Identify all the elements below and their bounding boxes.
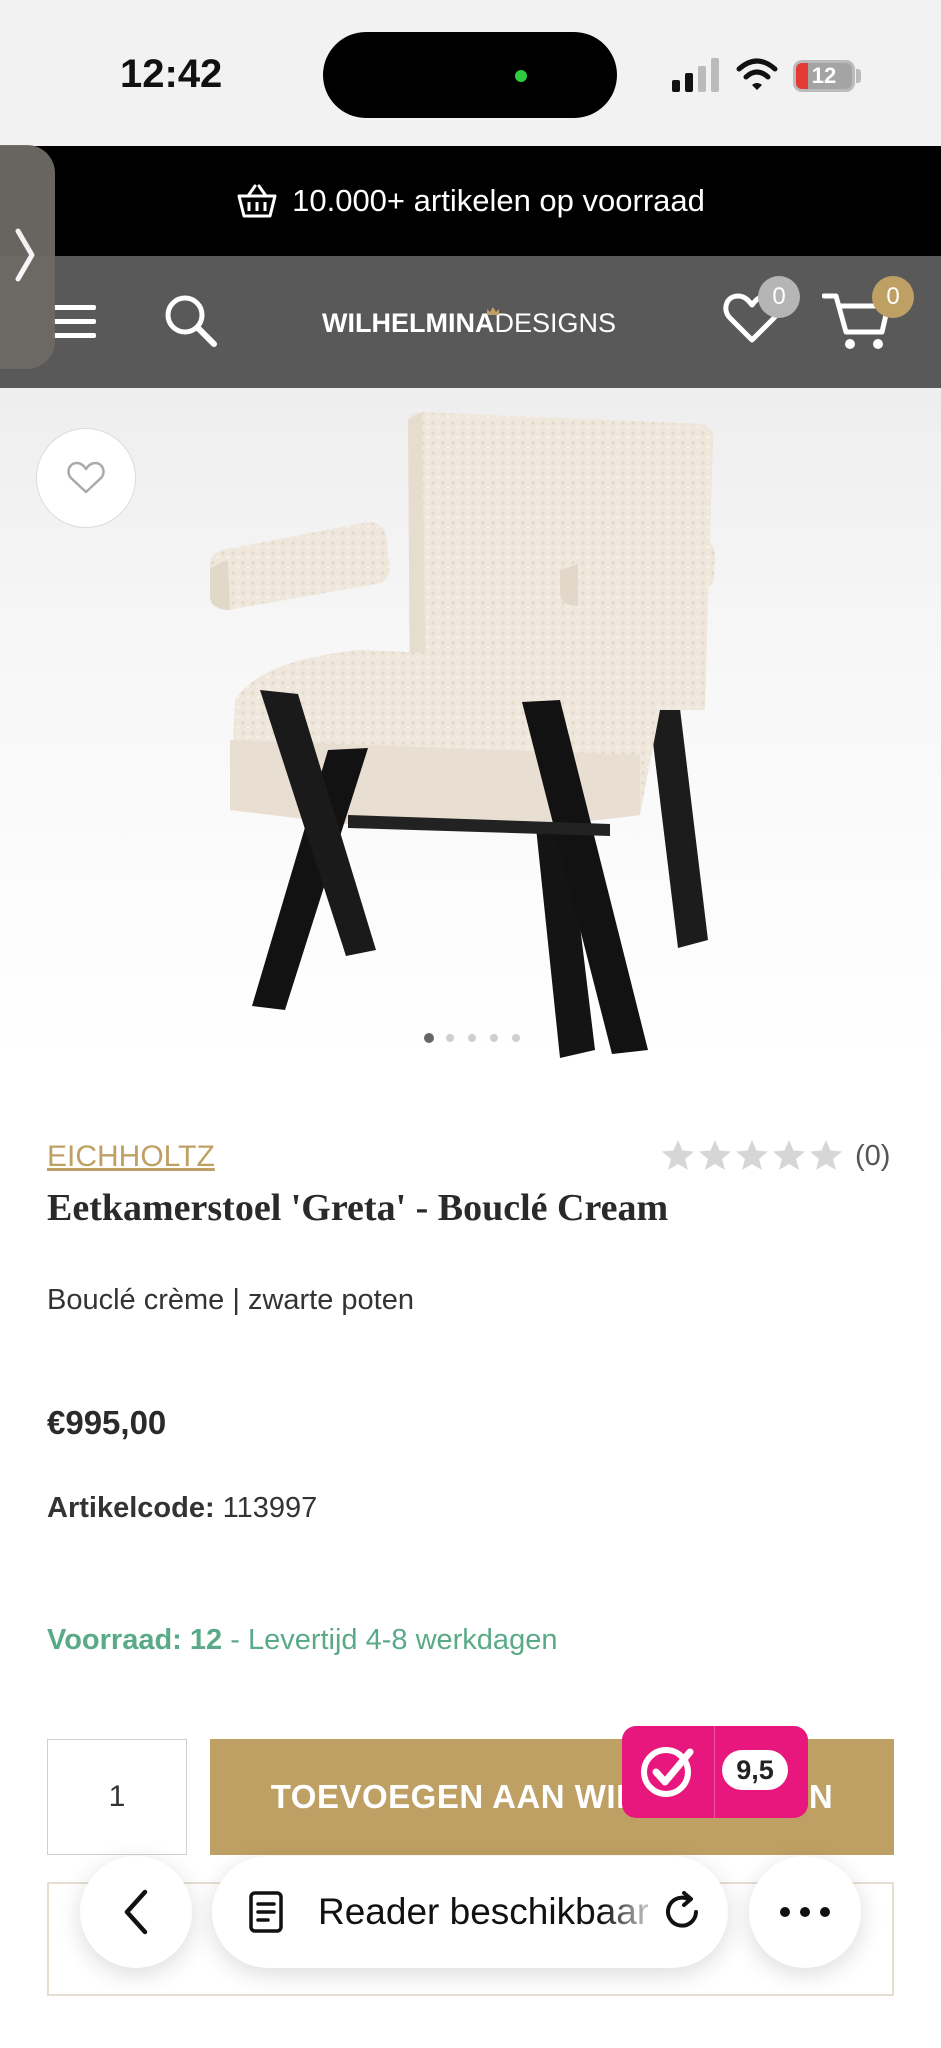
- promo-text: 10.000+ artikelen op voorraad: [292, 183, 705, 218]
- chevron-left-icon: [124, 1889, 148, 1935]
- review-checkmark-icon: [641, 1747, 694, 1797]
- reload-icon[interactable]: [660, 1890, 704, 1934]
- camera-indicator-dot: [515, 70, 527, 82]
- gallery-dot[interactable]: [512, 1034, 520, 1042]
- logo-wordmark-light: DESIGNS: [494, 308, 616, 338]
- side-panel-tab[interactable]: [0, 145, 55, 369]
- promo-bar: 10.000+ artikelen op voorraad: [0, 146, 941, 256]
- chair-photo: [209, 412, 715, 1058]
- wishlist-count-badge: 0: [758, 276, 800, 318]
- product-title: Eetkamerstoel 'Greta' - Bouclé Cream: [47, 1187, 669, 1229]
- reader-icon[interactable]: [248, 1890, 284, 1934]
- review-count[interactable]: (0): [855, 1140, 890, 1173]
- stock-info: Voorraad: 12 - Levertijd 4-8 werkdagen: [47, 1624, 557, 1657]
- stock-label: Voorraad: 12: [47, 1624, 223, 1656]
- status-bar: 12:42 12: [0, 0, 941, 146]
- chevron-right-icon: [15, 228, 35, 282]
- article-code: Artikelcode: 113997: [47, 1492, 317, 1525]
- gallery-pagination: [424, 1033, 524, 1046]
- battery-icon: 12: [793, 60, 855, 92]
- quantity-input[interactable]: 1: [47, 1739, 187, 1855]
- gallery-dot-active[interactable]: [424, 1033, 434, 1043]
- gallery-dot[interactable]: [446, 1034, 454, 1042]
- browser-back-button[interactable]: [80, 1856, 192, 1968]
- gallery-dot[interactable]: [490, 1034, 498, 1042]
- gallery-dot[interactable]: [468, 1034, 476, 1042]
- crown-icon: [487, 307, 499, 315]
- text-fade: [602, 1876, 662, 1948]
- wifi-icon: [736, 58, 778, 90]
- heart-outline-icon: [67, 461, 105, 494]
- cart-count-badge: 0: [872, 276, 914, 318]
- logo-wordmark-bold: WILHELMINA: [322, 308, 495, 338]
- status-time: 12:42: [120, 52, 223, 96]
- product-subtitle: Bouclé crème | zwarte poten: [47, 1284, 414, 1316]
- reader-available-text[interactable]: Reader beschikbaar: [318, 1856, 648, 1968]
- battery-nub: [856, 69, 861, 83]
- add-to-wishlist-button[interactable]: [36, 428, 136, 528]
- review-score: 9,5: [722, 1750, 788, 1790]
- search-icon[interactable]: [162, 292, 218, 348]
- rating-stars[interactable]: [660, 1138, 846, 1174]
- article-code-value: 113997: [222, 1492, 318, 1524]
- address-bar[interactable]: Reader beschikbaar: [212, 1856, 728, 1968]
- brand-link[interactable]: EICHHOLTZ: [47, 1140, 215, 1174]
- dynamic-island: [323, 32, 617, 118]
- basket-icon: [237, 184, 277, 218]
- ellipsis-icon: [780, 1907, 830, 1917]
- site-logo[interactable]: WILHELMINADESIGNS: [322, 307, 622, 350]
- stock-separator: -: [230, 1624, 240, 1656]
- signal-icon: [672, 58, 719, 92]
- product-price: €995,00: [47, 1404, 167, 1441]
- menu-icon[interactable]: [52, 303, 96, 341]
- more-options-button[interactable]: [749, 1856, 861, 1968]
- delivery-time: Levertijd 4-8 werkdagen: [247, 1624, 558, 1656]
- article-code-label: Artikelcode:: [47, 1492, 215, 1524]
- review-rating-widget[interactable]: 9,5: [622, 1726, 808, 1818]
